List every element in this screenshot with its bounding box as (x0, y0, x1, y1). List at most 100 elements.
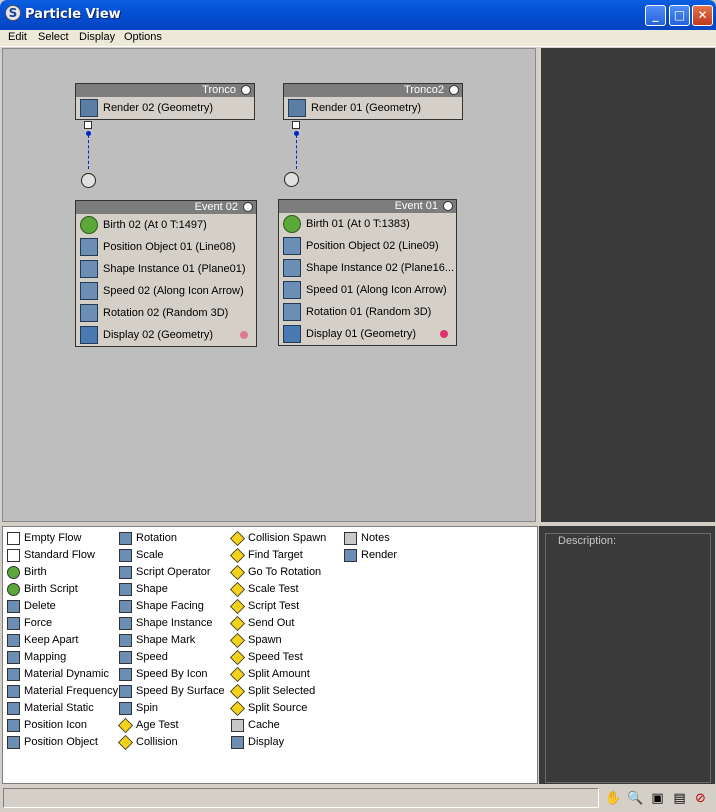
depot-item[interactable]: Shape Facing (117, 598, 225, 615)
operator-row[interactable]: Display 01 (Geometry) (279, 323, 456, 345)
operator-row[interactable]: Speed 02 (Along Icon Arrow) (76, 280, 256, 302)
op-operator-icon (119, 668, 132, 681)
event-header[interactable]: Event 01 (279, 200, 456, 213)
display-color-swatch[interactable] (440, 330, 448, 338)
input-connector[interactable] (81, 173, 96, 188)
operator-row[interactable]: Shape Instance 02 (Plane16... (279, 257, 456, 279)
event-header[interactable]: Tronco (76, 84, 254, 97)
depot-item[interactable]: Mapping (5, 649, 118, 666)
zoom-icon[interactable]: 🔍 (627, 790, 644, 807)
depot-item[interactable]: Speed By Surface (117, 683, 225, 700)
depot-item[interactable]: Script Test (229, 598, 326, 615)
particle-diagram-canvas[interactable]: Tronco Render 02 (Geometry) Tronco2 Rend… (2, 48, 536, 522)
depot-item[interactable]: Spawn (229, 632, 326, 649)
wire-link[interactable] (88, 135, 89, 169)
depot-item[interactable]: Force (5, 615, 118, 632)
depot-item[interactable]: Birth (5, 564, 118, 581)
no-zoom-icon[interactable]: ⊘ (692, 790, 709, 807)
depot-item-label: Position Icon (24, 719, 87, 731)
depot-item[interactable]: Split Source (229, 700, 326, 717)
zoom-extents-icon[interactable]: ▤ (671, 790, 688, 807)
depot-item[interactable]: Shape Mark (117, 632, 225, 649)
test-operator-icon (229, 649, 246, 666)
event-header[interactable]: Tronco2 (284, 84, 462, 97)
depot-item-label: Shape Instance (136, 617, 213, 629)
operator-row[interactable]: Shape Instance 01 (Plane01) (76, 258, 256, 280)
depot-item[interactable]: Cache (229, 717, 326, 734)
operator-row[interactable]: Position Object 02 (Line09) (279, 235, 456, 257)
output-connector[interactable] (84, 121, 92, 129)
menu-display[interactable]: Display (79, 31, 115, 43)
maximize-button[interactable]: □ (669, 5, 690, 26)
depot-item[interactable]: Spin (117, 700, 225, 717)
depot-item[interactable]: Render (342, 547, 397, 564)
operator-label: Position Object 01 (Line08) (103, 241, 236, 253)
menu-options[interactable]: Options (124, 31, 162, 43)
close-button[interactable]: ✕ (692, 5, 713, 26)
depot-item[interactable]: Position Icon (5, 717, 118, 734)
depot-item[interactable]: Keep Apart (5, 632, 118, 649)
display-color-swatch[interactable] (240, 331, 248, 339)
pan-hand-icon[interactable]: ✋ (605, 790, 622, 807)
operator-row[interactable]: Rotation 02 (Random 3D) (76, 302, 256, 324)
operator-row[interactable]: Render 02 (Geometry) (76, 97, 254, 119)
depot-item[interactable]: Notes (342, 530, 397, 547)
light-bulb-icon[interactable] (243, 202, 253, 212)
minimize-button[interactable]: _ (645, 5, 666, 26)
global-event-tronco[interactable]: Tronco Render 02 (Geometry) (75, 83, 255, 120)
input-connector[interactable] (284, 172, 299, 187)
zoom-region-icon[interactable]: ▣ (649, 790, 666, 807)
shape-instance-icon (80, 260, 98, 278)
depot-item[interactable]: Material Dynamic (5, 666, 118, 683)
app-logo-icon[interactable]: S (5, 5, 21, 21)
depot-item[interactable]: Scale Test (229, 581, 326, 598)
depot-item[interactable]: Send Out (229, 615, 326, 632)
op-operator-icon (119, 651, 132, 664)
depot-item[interactable]: Find Target (229, 547, 326, 564)
global-event-tronco2[interactable]: Tronco2 Render 01 (Geometry) (283, 83, 463, 120)
depot-item[interactable]: Speed By Icon (117, 666, 225, 683)
depot-item[interactable]: Collision Spawn (229, 530, 326, 547)
operator-row[interactable]: Position Object 01 (Line08) (76, 236, 256, 258)
depot-item[interactable]: Collision (117, 734, 225, 751)
depot-item[interactable]: Scale (117, 547, 225, 564)
operator-row[interactable]: Birth 01 (At 0 T:1383) (279, 213, 456, 235)
depot-item[interactable]: Script Operator (117, 564, 225, 581)
depot-item[interactable]: Empty Flow (5, 530, 118, 547)
menu-select[interactable]: Select (38, 31, 69, 43)
depot-item[interactable]: Display (229, 734, 326, 751)
light-bulb-icon[interactable] (443, 201, 453, 211)
depot-item-label: Mapping (24, 651, 67, 663)
operator-row[interactable]: Rotation 01 (Random 3D) (279, 301, 456, 323)
output-connector[interactable] (292, 121, 300, 129)
depot-item[interactable]: Split Amount (229, 666, 326, 683)
depot-item[interactable]: Shape Instance (117, 615, 225, 632)
wire-link[interactable] (296, 135, 297, 169)
op-operator-icon (231, 736, 244, 749)
depot-item[interactable]: Delete (5, 598, 118, 615)
operator-row[interactable]: Speed 01 (Along Icon Arrow) (279, 279, 456, 301)
depot-item[interactable]: Age Test (117, 717, 225, 734)
depot-item[interactable]: Position Object (5, 734, 118, 751)
depot-item[interactable]: Go To Rotation (229, 564, 326, 581)
depot-item[interactable]: Speed (117, 649, 225, 666)
depot-item[interactable]: Standard Flow (5, 547, 118, 564)
event-title: Event 01 (394, 200, 438, 212)
depot-item[interactable]: Material Frequency (5, 683, 118, 700)
light-bulb-icon[interactable] (449, 85, 459, 95)
depot-item[interactable]: Shape (117, 581, 225, 598)
depot-item[interactable]: Speed Test (229, 649, 326, 666)
operator-row[interactable]: Display 02 (Geometry) (76, 324, 256, 346)
depot-item[interactable]: Material Static (5, 700, 118, 717)
depot-item[interactable]: Rotation (117, 530, 225, 547)
depot-item-label: Spawn (248, 634, 282, 646)
depot-item[interactable]: Split Selected (229, 683, 326, 700)
event-02-node[interactable]: Event 02 Birth 02 (At 0 T:1497) Position… (75, 200, 257, 347)
event-01-node[interactable]: Event 01 Birth 01 (At 0 T:1383) Position… (278, 199, 457, 346)
depot-item[interactable]: Birth Script (5, 581, 118, 598)
operator-row[interactable]: Birth 02 (At 0 T:1497) (76, 214, 256, 236)
menu-edit[interactable]: Edit (8, 31, 27, 43)
operator-row[interactable]: Render 01 (Geometry) (284, 97, 462, 119)
light-bulb-icon[interactable] (241, 85, 251, 95)
event-header[interactable]: Event 02 (76, 201, 256, 214)
